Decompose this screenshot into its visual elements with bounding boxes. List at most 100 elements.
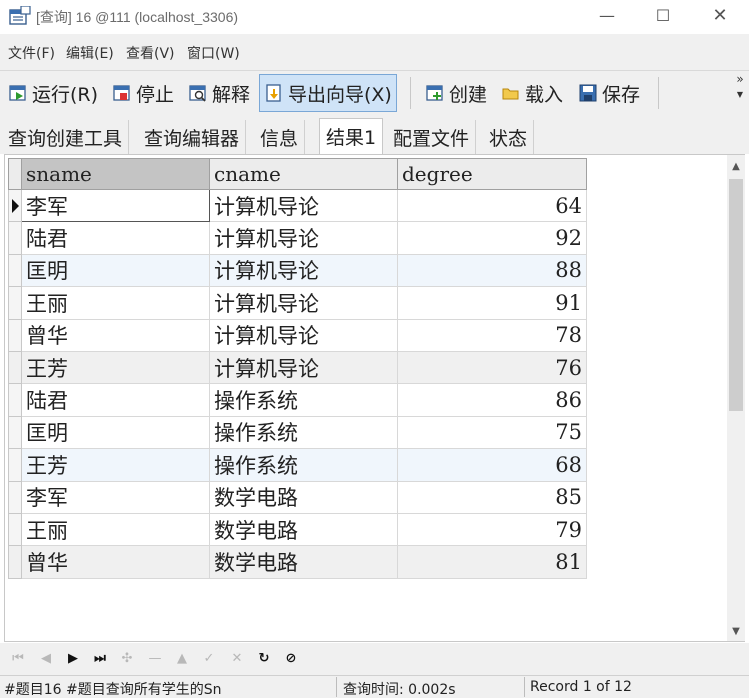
- table-row[interactable]: 曾华 数学电路 81: [8, 545, 587, 579]
- cell-sname[interactable]: 陆君: [21, 221, 210, 255]
- delete-record-icon[interactable]: —: [146, 650, 164, 668]
- vertical-scrollbar[interactable]: ▲ ▼: [727, 155, 745, 641]
- table-row[interactable]: 王芳 操作系统 68: [8, 448, 587, 482]
- cell-sname[interactable]: 王芳: [21, 350, 210, 385]
- status-record-count: Record 1 of 12: [530, 679, 632, 695]
- table-row[interactable]: 李军 计算机导论 64: [8, 188, 587, 223]
- cell-degree[interactable]: 76: [397, 350, 587, 385]
- create-button[interactable]: 创建: [421, 74, 491, 112]
- row-indicator[interactable]: [8, 512, 22, 547]
- cell-degree[interactable]: 78: [397, 318, 587, 352]
- cell-sname[interactable]: 曾华: [21, 545, 210, 579]
- row-indicator[interactable]: [8, 448, 22, 482]
- table-row[interactable]: 匡明 操作系统 75: [8, 415, 587, 450]
- cell-degree[interactable]: 64: [397, 188, 587, 223]
- table-row[interactable]: 曾华 计算机导论 78: [8, 318, 587, 352]
- last-record-icon[interactable]: ⏭: [91, 650, 109, 668]
- cell-degree[interactable]: 68: [397, 448, 587, 482]
- cell-degree[interactable]: 92: [397, 221, 587, 255]
- cell-cname[interactable]: 计算机导论: [209, 318, 398, 352]
- cancel-record-icon[interactable]: ✕: [228, 650, 246, 668]
- cell-cname[interactable]: 计算机导论: [209, 350, 398, 385]
- cell-sname[interactable]: 曾华: [21, 318, 210, 352]
- table-row[interactable]: 陆君 计算机导论 92: [8, 221, 587, 255]
- scrollbar-thumb[interactable]: [729, 179, 743, 411]
- cell-cname[interactable]: 计算机导论: [209, 188, 398, 223]
- scroll-up-icon[interactable]: ▲: [727, 158, 745, 176]
- table-row[interactable]: 王芳 计算机导论 76: [8, 350, 587, 385]
- first-record-icon[interactable]: ⏮: [9, 650, 27, 668]
- tab-query-editor[interactable]: 查询编辑器: [138, 120, 247, 154]
- close-button[interactable]: ✕: [697, 0, 743, 32]
- cell-sname[interactable]: 陆君: [21, 383, 210, 417]
- menu-edit[interactable]: 编辑(E): [66, 43, 114, 63]
- cell-degree[interactable]: 75: [397, 415, 587, 450]
- cell-degree[interactable]: 79: [397, 512, 587, 547]
- cell-cname[interactable]: 计算机导论: [209, 221, 398, 255]
- column-header-cname[interactable]: cname: [209, 158, 398, 190]
- maximize-button[interactable]: ☐: [640, 0, 686, 32]
- cell-cname[interactable]: 数学电路: [209, 480, 398, 514]
- row-indicator[interactable]: [8, 415, 22, 450]
- tab-query-builder[interactable]: 查询创建工具: [2, 120, 130, 154]
- table-row[interactable]: 李军 数学电路 85: [8, 480, 587, 514]
- menu-view[interactable]: 查看(V): [126, 43, 175, 63]
- run-button[interactable]: 运行(R): [4, 74, 102, 112]
- table-row[interactable]: 匡明 计算机导论 88: [8, 253, 587, 288]
- cell-sname[interactable]: 王芳: [21, 448, 210, 482]
- apply-record-icon[interactable]: ✓: [200, 650, 218, 668]
- export-wizard-button[interactable]: 导出向导(X): [259, 74, 397, 112]
- row-indicator[interactable]: [8, 350, 22, 385]
- tab-status[interactable]: 状态: [483, 120, 535, 154]
- save-button[interactable]: 保存: [574, 74, 644, 112]
- cell-degree[interactable]: 81: [397, 545, 587, 579]
- cell-degree[interactable]: 88: [397, 253, 587, 288]
- row-indicator[interactable]: [8, 286, 22, 320]
- stop-button[interactable]: 停止: [108, 74, 178, 112]
- table-row[interactable]: 王丽 数学电路 79: [8, 512, 587, 547]
- menu-window[interactable]: 窗口(W): [187, 43, 240, 63]
- row-indicator[interactable]: [8, 318, 22, 352]
- row-indicator[interactable]: [8, 480, 22, 514]
- cell-sname[interactable]: 李军: [21, 480, 210, 514]
- prev-record-icon[interactable]: ◀: [37, 650, 55, 668]
- column-header-sname[interactable]: sname: [21, 158, 210, 190]
- refresh-icon[interactable]: ↻: [255, 650, 273, 668]
- add-record-icon[interactable]: ✣: [118, 650, 136, 668]
- cell-cname[interactable]: 操作系统: [209, 415, 398, 450]
- row-indicator[interactable]: [8, 545, 22, 579]
- tab-info[interactable]: 信息: [254, 120, 306, 154]
- minimize-button[interactable]: —: [584, 0, 630, 32]
- cell-degree[interactable]: 86: [397, 383, 587, 417]
- cell-cname[interactable]: 计算机导论: [209, 286, 398, 320]
- row-indicator[interactable]: [8, 383, 22, 417]
- cell-degree[interactable]: 85: [397, 480, 587, 514]
- tab-result-1[interactable]: 结果1: [319, 118, 384, 154]
- table-row[interactable]: 陆君 操作系统 86: [8, 383, 587, 417]
- cell-sname[interactable]: 匡明: [21, 415, 210, 450]
- column-header-degree[interactable]: degree: [397, 158, 587, 190]
- cell-sname[interactable]: 匡明: [21, 253, 210, 288]
- row-indicator[interactable]: [8, 188, 22, 223]
- stop-icon[interactable]: ⊘: [282, 650, 300, 668]
- cell-sname[interactable]: 王丽: [21, 286, 210, 320]
- toolbar-overflow-button[interactable]: » ▼: [733, 73, 747, 101]
- cell-cname[interactable]: 数学电路: [209, 545, 398, 579]
- row-indicator[interactable]: [8, 253, 22, 288]
- cell-sname[interactable]: 李军: [21, 188, 210, 223]
- table-row[interactable]: 王丽 计算机导论 91: [8, 286, 587, 320]
- row-indicator[interactable]: [8, 221, 22, 255]
- cell-degree[interactable]: 91: [397, 286, 587, 320]
- menu-file[interactable]: 文件(F): [8, 43, 55, 63]
- cell-cname[interactable]: 操作系统: [209, 448, 398, 482]
- tab-profile[interactable]: 配置文件: [387, 120, 477, 154]
- edit-record-icon[interactable]: ▲: [173, 650, 191, 668]
- load-button[interactable]: 载入: [497, 74, 567, 112]
- cell-cname[interactable]: 操作系统: [209, 383, 398, 417]
- cell-sname[interactable]: 王丽: [21, 512, 210, 547]
- cell-cname[interactable]: 数学电路: [209, 512, 398, 547]
- next-record-icon[interactable]: ▶: [64, 650, 82, 668]
- explain-button[interactable]: 解释: [184, 74, 254, 112]
- scroll-down-icon[interactable]: ▼: [727, 623, 745, 641]
- cell-cname[interactable]: 计算机导论: [209, 253, 398, 288]
